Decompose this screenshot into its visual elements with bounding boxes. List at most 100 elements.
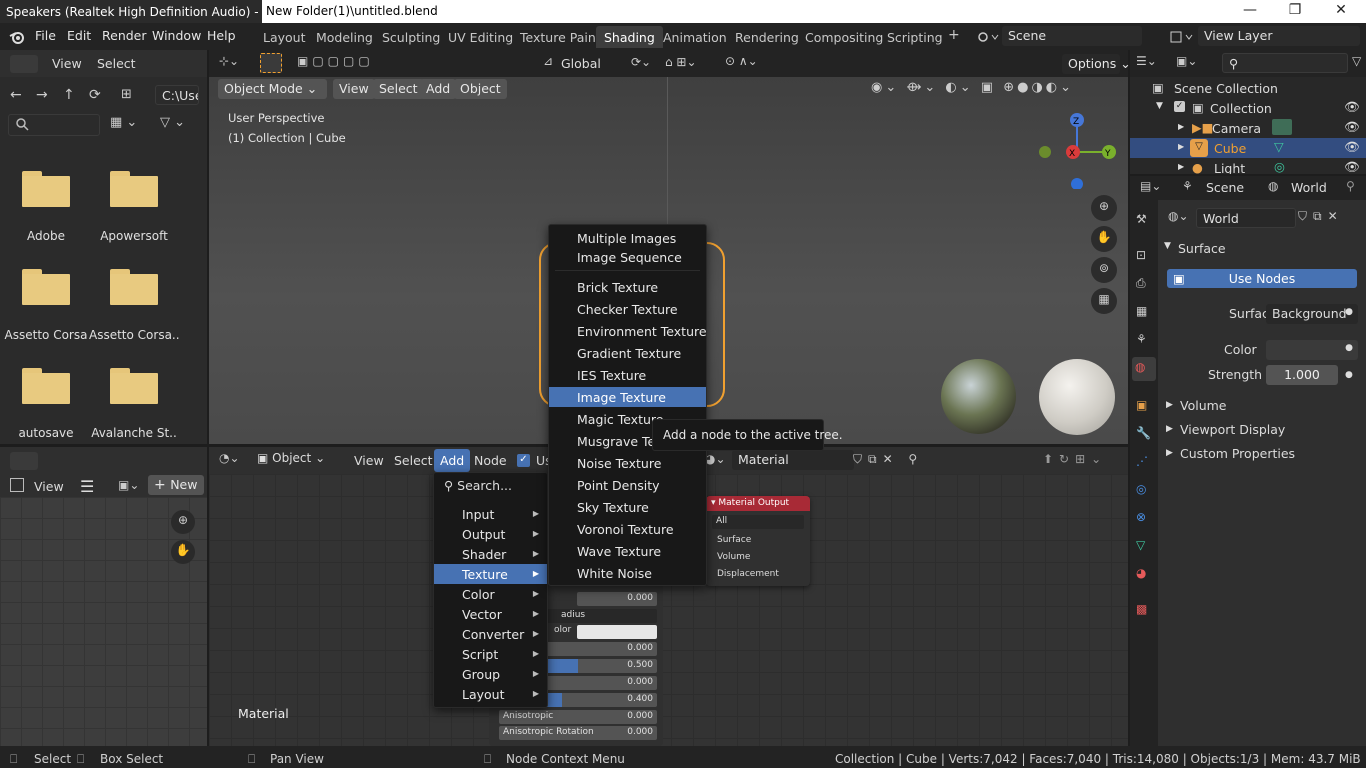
visibility-eye-icon[interactable]: 👁 [1344, 119, 1360, 134]
strength-field[interactable]: 1.000 [1266, 365, 1338, 385]
outliner-row-cube[interactable]: ▶ ▽ Cube ▽ 👁 [1130, 138, 1366, 158]
editor-type-icon[interactable] [10, 55, 38, 73]
camera-view-icon[interactable]: ⊚ [1091, 257, 1117, 283]
tab-compositing[interactable]: Compositing [797, 26, 891, 48]
outliner-row-collection[interactable]: ▼ ✓ ▣ Collection 👁 [1130, 98, 1366, 118]
properties-breadcrumb-scene[interactable]: Scene [1206, 180, 1244, 195]
constraints-tab-icon[interactable]: ⊗ [1136, 510, 1154, 528]
add-menu-script[interactable]: Script ▶ [434, 644, 547, 664]
view-layer-tab-icon[interactable]: ▦ [1136, 304, 1154, 322]
anisotropic-rotation-field[interactable]: Anisotropic Rotation 0.000 [499, 726, 657, 740]
world-name-field[interactable]: World [1196, 208, 1296, 228]
transform-orientation-label[interactable]: Global [561, 56, 601, 71]
material-actions-icons[interactable]: ⛉⧉✕ ⚲ [853, 452, 943, 470]
use-nodes-button[interactable]: ▣ Use Nodes [1167, 269, 1357, 288]
camera-data-icon[interactable] [1272, 119, 1292, 135]
outliner-row-light[interactable]: ▶ ● Light ◎ 👁 [1130, 158, 1366, 174]
material-browse-icon[interactable]: ◕⌄ [705, 452, 731, 470]
panel-collapse-icon[interactable]: ▶ [1166, 424, 1173, 434]
add-menu-layout[interactable]: Layout ▶ [434, 684, 547, 704]
select-mode-icons[interactable]: ▣▢▢▢▢ [297, 54, 387, 74]
particles-tab-icon[interactable]: ⋰ [1136, 454, 1154, 472]
display-mode-icon[interactable]: ▣⌄ [1176, 54, 1206, 72]
node-socket-surface[interactable]: Surface [717, 535, 751, 545]
material-tab-icon[interactable]: ◕ [1136, 566, 1154, 584]
world-color-swatch[interactable]: ● [1266, 340, 1358, 360]
node-menu-node[interactable]: Node [474, 453, 507, 468]
viewport-menu-select[interactable]: Select [373, 79, 424, 99]
texture-item[interactable]: Noise Texture [549, 453, 706, 473]
texture-item-selected[interactable]: Image Texture [549, 387, 706, 407]
world-browse-icon[interactable]: ◍⌄ [1168, 209, 1194, 227]
folder-name[interactable]: Assetto Corsa.. [89, 328, 179, 342]
texture-item[interactable]: Gradient Texture [549, 343, 706, 363]
panel-collapse-icon[interactable]: ▶ [1166, 400, 1173, 410]
viewport-display-panel-title[interactable]: Viewport Display [1180, 422, 1285, 437]
new-folder-icon[interactable]: ⊞ [121, 87, 143, 107]
volume-panel-title[interactable]: Volume [1180, 398, 1227, 413]
folder-name[interactable]: Assetto Corsa [1, 328, 91, 342]
texture-item[interactable]: Brick Texture [549, 277, 706, 297]
surface-panel-title[interactable]: Surface [1178, 241, 1226, 256]
snapping-icon[interactable]: ⌂ ⊞⌄ [665, 55, 725, 73]
pan-hand-icon[interactable]: ✋ [171, 540, 195, 564]
image-editor-menu-view[interactable]: View [34, 479, 64, 494]
blender-logo-icon[interactable] [9, 29, 25, 45]
display-mode-icon[interactable]: ▦ ⌄ [110, 115, 150, 135]
subsurface-color-swatch[interactable] [577, 625, 657, 639]
outliner-row-scene-collection[interactable]: ▣ Scene Collection [1130, 78, 1366, 98]
texture-item[interactable]: Checker Texture [549, 299, 706, 319]
world-tab-icon[interactable]: ◍ [1132, 357, 1156, 381]
maximize-button[interactable]: ❐ [1285, 2, 1305, 20]
material-name-field[interactable]: Material [732, 450, 854, 470]
render-tab-icon[interactable]: ⊡ [1136, 248, 1154, 266]
viewport-menu-object[interactable]: Object [454, 79, 507, 99]
node-tree-nav-icons[interactable]: ⬆↻⊞⌄ [1043, 452, 1123, 470]
pivot-point-icon[interactable]: ⟳⌄ [631, 55, 661, 73]
node-title[interactable]: ▾ Material Output [706, 496, 810, 511]
editor-type-icon[interactable]: ▤⌄ [1140, 179, 1170, 197]
node-menu-add[interactable]: Add [434, 449, 471, 472]
add-menu-shader[interactable]: Shader ▶ [434, 544, 547, 564]
back-arrow-icon[interactable]: ← [10, 87, 32, 107]
menu-window[interactable]: Window [152, 28, 201, 43]
object-tab-icon[interactable]: ▣ [1136, 398, 1154, 416]
image-icon[interactable] [10, 478, 24, 492]
physics-tab-icon[interactable]: ◎ [1136, 482, 1154, 500]
view-layer-field[interactable]: View Layer [1198, 26, 1360, 46]
add-menu-group[interactable]: Group ▶ [434, 664, 547, 684]
folder-name[interactable]: Adobe [1, 229, 91, 243]
navigation-gizmo[interactable]: Z Y X [1037, 109, 1117, 189]
texture-tab-icon[interactable]: ▩ [1136, 602, 1154, 620]
add-menu-input[interactable]: Input ▶ [434, 504, 547, 524]
image-editor-canvas[interactable]: ⊕ ✋ [0, 497, 207, 746]
tab-rendering[interactable]: Rendering [727, 26, 807, 48]
properties-breadcrumb-world[interactable]: World [1291, 180, 1327, 195]
scene-selector-icon[interactable] [976, 28, 1000, 46]
folder-name[interactable]: autosave [1, 426, 91, 440]
node-value-field[interactable]: 0.000 [577, 592, 657, 606]
refresh-icon[interactable]: ⟳ [89, 87, 111, 107]
add-menu-vector[interactable]: Vector ▶ [434, 604, 547, 624]
node-menu-select[interactable]: Select [394, 453, 433, 468]
folder-icon[interactable] [22, 171, 70, 207]
filter-funnel-icon[interactable]: ▽ [1352, 54, 1366, 72]
checkbox-icon[interactable]: ✓ [1174, 101, 1185, 112]
add-menu-converter[interactable]: Converter ▶ [434, 624, 547, 644]
folder-icon[interactable] [22, 368, 70, 404]
tab-shading[interactable]: Shading [596, 26, 663, 48]
node-socket-volume[interactable]: Volume [717, 552, 750, 562]
texture-item[interactable]: Environment Texture [549, 321, 707, 341]
visibility-eye-icon[interactable]: 👁 [1344, 99, 1360, 114]
tab-sculpting[interactable]: Sculpting [374, 26, 448, 48]
viewport-overlay-icons[interactable]: ◉⌄ ⟴⌄ ◐⌄ ▣ ⊕●◑◐⌄ [871, 80, 1121, 102]
menu-render[interactable]: Render [102, 28, 147, 43]
folder-icon[interactable] [22, 269, 70, 305]
world-actions-icons[interactable]: ⛉⧉✕ [1298, 209, 1358, 227]
expand-arrow-icon[interactable]: ▶ [1178, 122, 1184, 131]
data-tab-icon[interactable]: ▽ [1136, 538, 1154, 556]
select-tool-icon[interactable] [260, 53, 282, 73]
editor-type-icon[interactable]: ⊹⌄ [219, 54, 249, 74]
menu-edit[interactable]: Edit [67, 28, 91, 43]
panel-collapse-icon[interactable]: ▶ [1166, 448, 1173, 458]
